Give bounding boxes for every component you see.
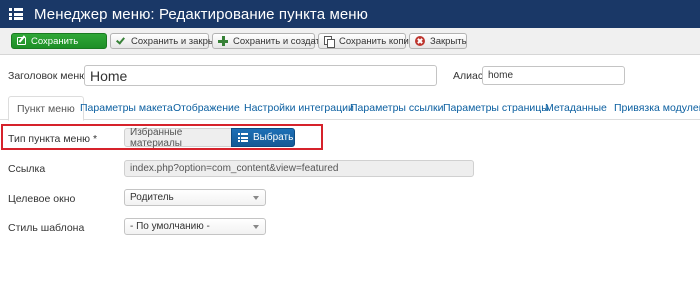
tab-display[interactable]: Отображение — [173, 96, 240, 120]
tab-module-assignment[interactable]: Привязка модулей — [614, 96, 700, 120]
page-title: Менеджер меню: Редактирование пункта мен… — [34, 5, 369, 23]
tab-bar: Пункт меню Параметры макета Отображение … — [0, 94, 700, 121]
copy-icon — [324, 36, 335, 48]
tab-menu-item[interactable]: Пункт меню — [8, 96, 84, 121]
tab-link-options[interactable]: Параметры ссылки — [350, 96, 444, 120]
header-bar: Менеджер меню: Редактирование пункта мен… — [0, 0, 700, 28]
plus-icon — [218, 36, 228, 46]
select-button-label: Выбрать — [253, 132, 294, 143]
target-window-value: Родитель — [130, 192, 174, 203]
target-window-select[interactable]: Родитель — [124, 189, 266, 206]
link-field: index.php?option=com_content&view=featur… — [124, 160, 474, 177]
menu-item-type-label-text: Тип пункта меню — [8, 133, 91, 145]
edit-icon — [17, 37, 26, 45]
menu-title-label-text: Заголовок меню — [8, 70, 88, 82]
menu-title-input[interactable]: Home — [84, 65, 437, 86]
chevron-down-icon — [253, 196, 259, 200]
menu-item-type-label: Тип пункта меню * — [8, 133, 97, 145]
required-marker: * — [92, 133, 98, 145]
save-and-new-label: Сохранить и создать — [233, 35, 325, 47]
save-and-new-button[interactable]: Сохранить и создать — [212, 33, 325, 49]
close-circle-icon — [415, 36, 425, 46]
menu-list-icon — [9, 8, 23, 20]
tab-metadata[interactable]: Метаданные — [545, 96, 607, 120]
menu-item-type-value: Избранные материалы — [124, 127, 232, 149]
tab-layout-options[interactable]: Параметры макета — [80, 96, 173, 120]
alias-input[interactable]: home — [482, 66, 625, 85]
chevron-down-icon — [253, 225, 259, 229]
close-button-label: Закрыть — [430, 35, 467, 47]
save-button-label: Сохранить — [31, 35, 79, 47]
template-style-label: Стиль шаблона — [8, 222, 85, 234]
save-and-close-button[interactable]: Сохранить и закрыть — [110, 33, 224, 49]
toolbar: Сохранить Сохранить и закрыть Сохранить … — [0, 28, 700, 55]
target-window-label: Целевое окно — [8, 193, 76, 205]
close-button[interactable]: Закрыть — [409, 33, 467, 49]
save-and-close-label: Сохранить и закрыть — [131, 35, 225, 47]
save-as-copy-button[interactable]: Сохранить копию — [318, 33, 416, 49]
select-menu-type-button[interactable]: Выбрать — [231, 128, 295, 147]
check-icon — [116, 36, 126, 46]
template-style-select[interactable]: - По умолчанию - — [124, 218, 266, 235]
alias-label: Алиас — [453, 70, 484, 82]
tab-integration[interactable]: Настройки интеграции — [244, 96, 354, 120]
menu-title-label: Заголовок меню * — [8, 70, 94, 82]
save-as-copy-label: Сохранить копию — [339, 35, 416, 47]
link-label: Ссылка — [8, 163, 46, 175]
template-style-value: - По умолчанию - — [130, 221, 210, 232]
tab-page-display[interactable]: Параметры страницы — [443, 96, 549, 120]
save-button[interactable]: Сохранить — [11, 33, 107, 49]
list-icon — [238, 133, 248, 142]
